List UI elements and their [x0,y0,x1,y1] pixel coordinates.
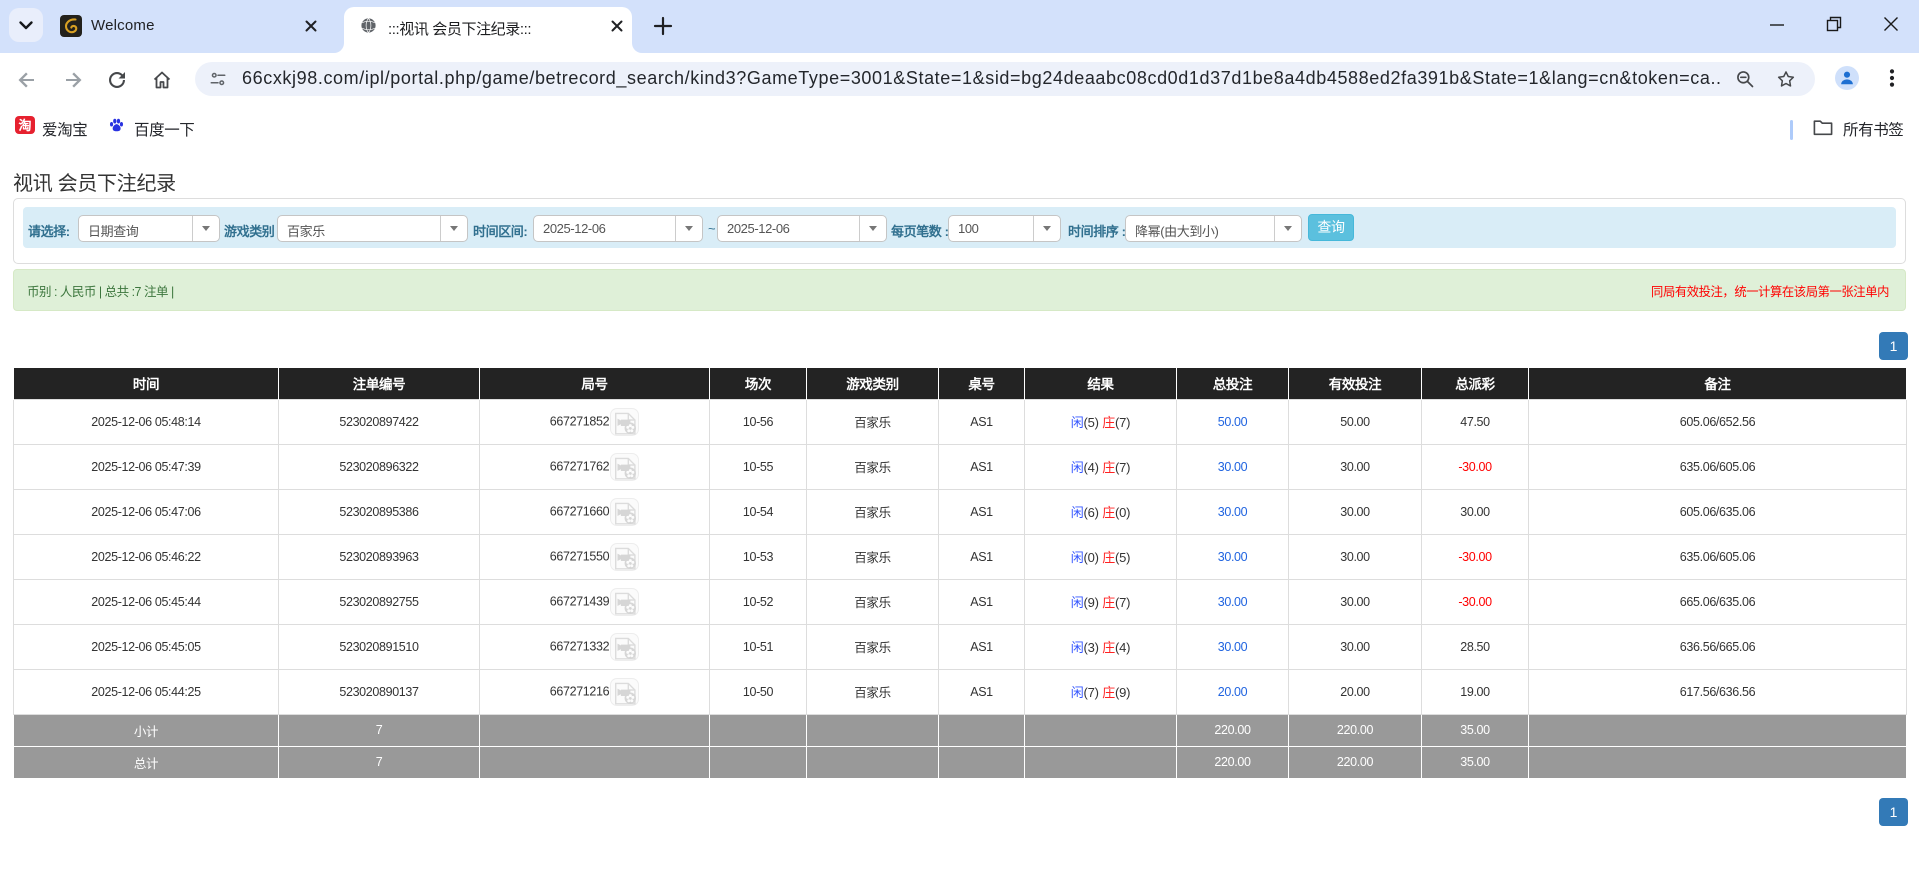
svg-text:淘: 淘 [18,118,31,133]
